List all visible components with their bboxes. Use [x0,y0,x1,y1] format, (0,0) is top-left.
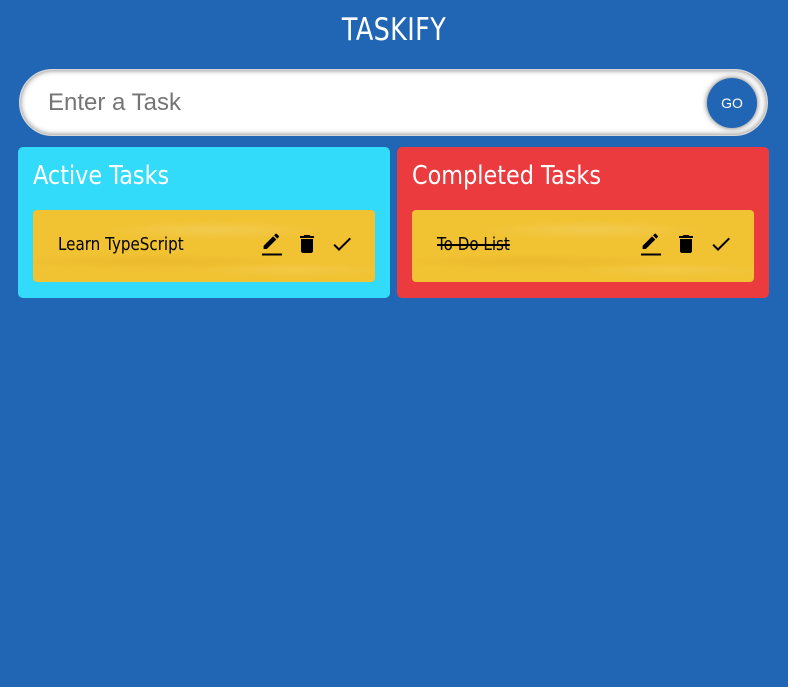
check-icon[interactable] [709,232,733,256]
completed-tasks-heading: Completed Tasks [412,161,601,191]
go-button[interactable]: GO [707,78,757,128]
add-task-form: GO [19,69,768,136]
active-tasks-heading: Active Tasks [33,161,170,191]
edit-icon[interactable] [260,232,284,256]
task-input[interactable] [48,80,688,126]
trash-icon[interactable] [674,232,698,256]
trash-icon[interactable] [295,232,319,256]
task-text-completed: To Do List [437,234,510,255]
check-icon[interactable] [330,232,354,256]
active-tasks-column: Active Tasks Learn TypeScript [18,147,390,298]
completed-tasks-column: Completed Tasks To Do List [397,147,769,298]
task-card[interactable]: Learn TypeScript [33,210,375,282]
task-card[interactable]: To Do List [412,210,754,282]
task-text: Learn TypeScript [58,234,184,255]
app-title: TASKIFY [341,12,447,48]
edit-icon[interactable] [639,232,663,256]
